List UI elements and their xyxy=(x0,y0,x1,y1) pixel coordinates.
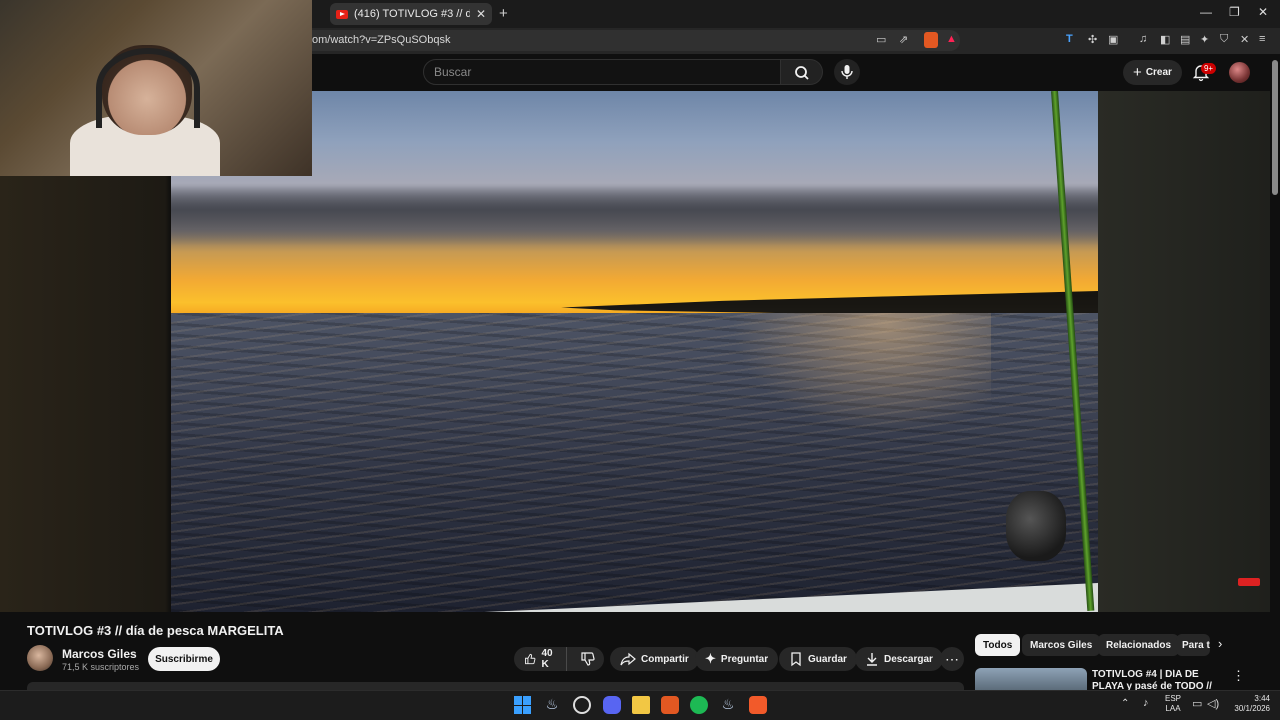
microphone-tray-icon[interactable]: ♪ xyxy=(1143,697,1149,709)
sidebar-toggle-icon[interactable]: ◧ xyxy=(1160,33,1170,46)
tab-title: (416) TOTIVLOG #3 // día de pesca MARGEL… xyxy=(354,8,470,20)
channel-name[interactable]: Marcos Giles xyxy=(62,647,137,661)
create-button[interactable]: + Crear xyxy=(1123,60,1182,85)
restore-window-icon[interactable]: ❐ xyxy=(1229,5,1240,19)
browser-menu-icon[interactable]: ≡ xyxy=(1259,33,1265,45)
more-actions-button[interactable]: ⋯ xyxy=(940,647,964,671)
address-url[interactable]: om/watch?v=ZPsQuSObqsk xyxy=(312,34,450,46)
ask-label: Preguntar xyxy=(720,653,769,665)
youtube-favicon-icon xyxy=(336,9,348,19)
media-controls-icon[interactable]: ♫ xyxy=(1139,33,1147,45)
wallet-icon[interactable]: ▤ xyxy=(1180,33,1190,46)
file-explorer-icon[interactable] xyxy=(632,696,650,714)
minimize-window-icon[interactable]: — xyxy=(1200,5,1212,19)
network-icon[interactable]: ▭ xyxy=(1192,697,1202,710)
share-page-icon[interactable]: ⇗ xyxy=(899,33,908,46)
translate-extension-icon[interactable]: T xyxy=(1066,33,1073,45)
ask-button[interactable]: ✦ Preguntar xyxy=(695,647,779,671)
video-title: TOTIVLOG #3 // día de pesca MARGELITA xyxy=(27,623,284,638)
reader-mode-icon[interactable]: ▭ xyxy=(876,33,886,46)
share-button[interactable]: Compartir xyxy=(610,647,699,671)
sun-reflection xyxy=(731,313,991,433)
chip-channel[interactable]: Marcos Giles xyxy=(1022,634,1101,656)
download-button[interactable]: Descargar xyxy=(855,647,943,671)
sparkle-icon: ✦ xyxy=(705,651,716,666)
chip-for-you[interactable]: Para ti xyxy=(1176,634,1210,656)
channel-avatar[interactable] xyxy=(27,645,53,671)
ai-assistant-icon[interactable]: ✦ xyxy=(1200,33,1209,46)
brave-browser-icon[interactable] xyxy=(661,696,679,714)
related-more-icon[interactable]: ⋮ xyxy=(1232,668,1245,684)
steam-second-icon[interactable]: ♨ xyxy=(719,696,737,714)
description-box[interactable] xyxy=(27,682,964,690)
plus-icon: + xyxy=(1133,64,1142,81)
voice-search-button[interactable] xyxy=(834,59,860,85)
chip-related[interactable]: Relacionados xyxy=(1098,634,1180,656)
fishing-reel xyxy=(1006,491,1066,561)
thumbs-down-icon xyxy=(581,652,595,666)
extensions-icon[interactable]: ✣ xyxy=(1088,33,1097,46)
save-label: Guardar xyxy=(808,653,847,665)
red-overlay-badge xyxy=(1238,578,1260,586)
thumbs-up-icon xyxy=(525,653,536,665)
tab-youtube-video[interactable]: (416) TOTIVLOG #3 // día de pesca MARGEL… xyxy=(330,3,492,25)
player-ambient-right xyxy=(1098,91,1270,612)
brave-shields-icon[interactable] xyxy=(924,32,938,48)
save-button[interactable]: Guardar xyxy=(779,647,857,671)
notifications-badge: 9+ xyxy=(1201,63,1216,74)
webcam-overlay xyxy=(0,0,312,176)
discord-icon[interactable] xyxy=(603,696,621,714)
like-count: 40 K xyxy=(541,648,553,670)
obs-icon[interactable] xyxy=(573,696,591,714)
close-tab-icon[interactable]: ✕ xyxy=(476,7,486,21)
headset-icon xyxy=(96,48,200,128)
create-label: Crear xyxy=(1145,67,1172,78)
scrollbar-thumb[interactable] xyxy=(1272,60,1278,195)
cloud-band xyxy=(171,186,1098,246)
brave-nightly-icon[interactable] xyxy=(749,696,767,714)
language-code: ESP xyxy=(1164,694,1181,703)
subscribe-button[interactable]: Suscribirme xyxy=(148,647,220,671)
chip-todos[interactable]: Todos xyxy=(975,634,1021,656)
new-tab-icon[interactable]: + xyxy=(499,5,508,22)
clock-date: 30/1/2026 xyxy=(1234,704,1270,713)
search-input[interactable] xyxy=(423,59,781,85)
more-horizontal-icon: ⋯ xyxy=(945,650,959,667)
tray-overflow-icon[interactable]: ⌃ xyxy=(1121,698,1129,709)
subscriber-count: 71,5 K suscriptores xyxy=(62,662,140,672)
like-button[interactable]: 40 K xyxy=(514,647,567,671)
account-avatar[interactable] xyxy=(1229,62,1250,83)
clock[interactable]: 3:44 30/1/2026 xyxy=(1226,694,1270,714)
bookmark-icon xyxy=(791,652,801,667)
tools-icon[interactable]: ✕ xyxy=(1240,33,1249,46)
language-layout: LAA xyxy=(1165,704,1181,713)
vpn-shield-icon[interactable]: ⛉ xyxy=(1220,33,1228,46)
steam-icon[interactable]: ♨ xyxy=(543,696,561,714)
screenshot-icon[interactable]: ▣ xyxy=(1108,33,1118,46)
language-indicator[interactable]: ESP LAA xyxy=(1163,694,1183,714)
volume-icon[interactable]: ◁) xyxy=(1207,697,1219,710)
share-icon xyxy=(620,652,636,666)
microphone-icon xyxy=(841,65,853,79)
like-dislike-group: 40 K xyxy=(514,647,604,671)
spotify-icon[interactable] xyxy=(690,696,708,714)
related-video-title[interactable]: TOTIVLOG #4 | DÍA DE PLAYA y pasé de TOD… xyxy=(1092,669,1224,690)
search-icon xyxy=(795,66,809,80)
search-button[interactable] xyxy=(781,59,823,85)
close-window-icon[interactable]: ✕ xyxy=(1258,5,1268,19)
download-icon xyxy=(867,653,877,666)
brave-rewards-icon[interactable]: ▲ xyxy=(946,33,957,45)
search-placeholder: Buscar xyxy=(434,65,472,79)
share-label: Compartir xyxy=(641,653,689,665)
related-video-thumbnail[interactable] xyxy=(975,668,1087,690)
clock-time: 3:44 xyxy=(1254,694,1270,703)
dislike-button[interactable] xyxy=(572,647,604,671)
chevron-right-icon[interactable]: › xyxy=(1218,636,1236,654)
windows-start-icon[interactable] xyxy=(514,696,532,714)
download-label: Descargar xyxy=(884,653,933,665)
